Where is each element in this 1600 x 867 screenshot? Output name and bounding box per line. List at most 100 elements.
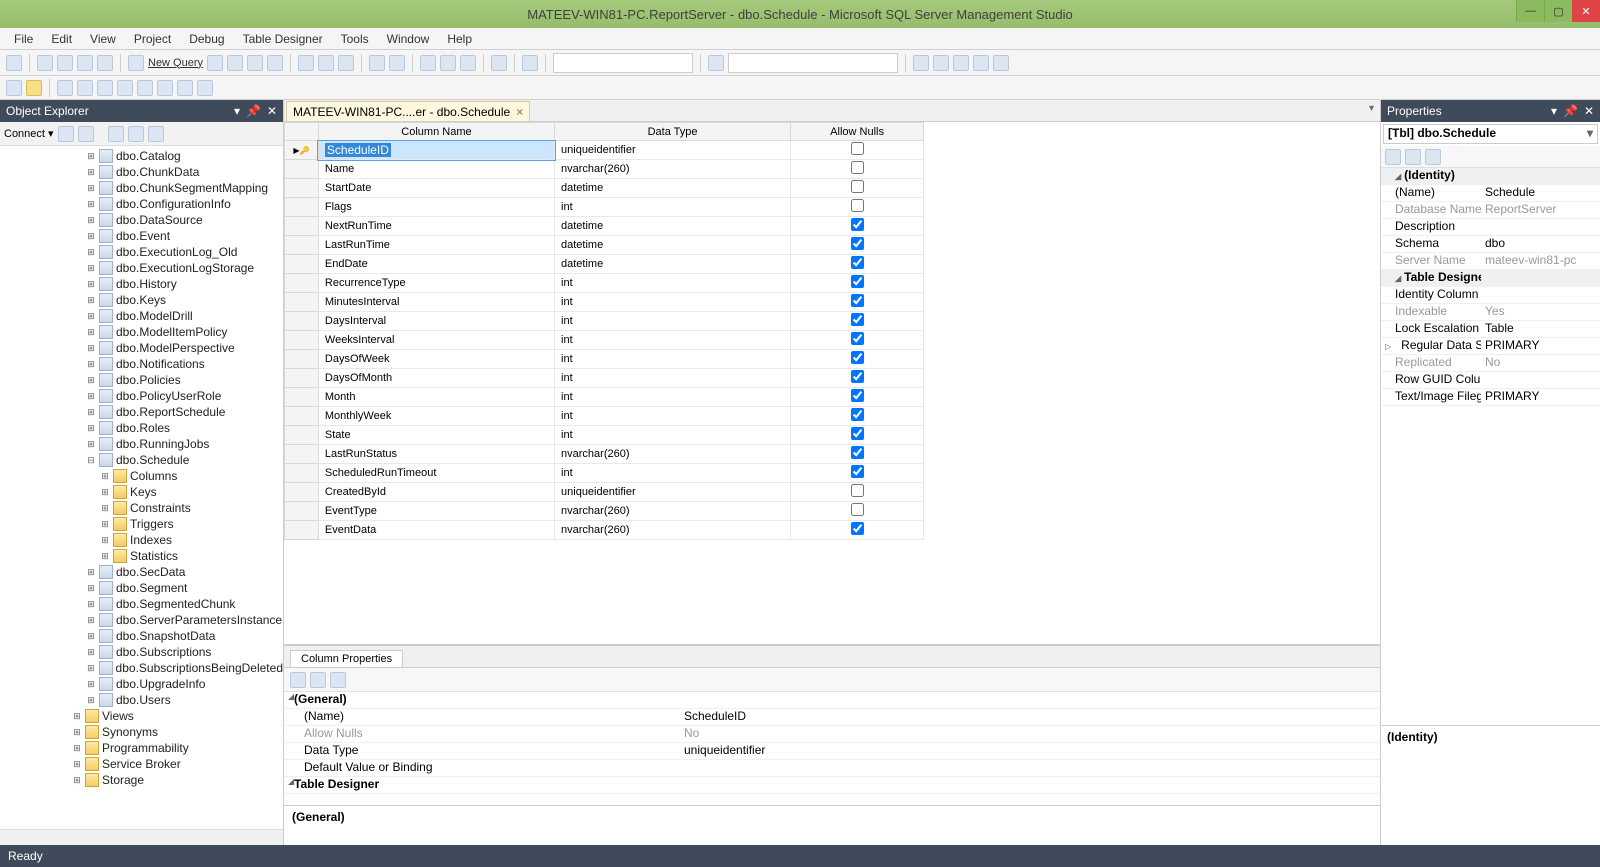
column-name-cell[interactable]: MonthlyWeek (318, 407, 554, 426)
menu-item-edit[interactable]: Edit (43, 30, 80, 48)
column-row[interactable]: Flagsint (285, 198, 924, 217)
script-icon-4[interactable] (117, 80, 133, 96)
allow-nulls-checkbox[interactable] (851, 218, 864, 231)
allow-nulls-checkbox[interactable] (851, 389, 864, 402)
row-header[interactable] (285, 293, 319, 312)
expand-icon[interactable]: ⊞ (86, 263, 96, 274)
minimize-button[interactable]: — (1516, 0, 1544, 22)
data-type-cell[interactable]: int (555, 350, 791, 369)
table-node[interactable]: ⊞dbo.ExecutionLogStorage (2, 260, 283, 276)
column-row[interactable]: ScheduledRunTimeoutint (285, 464, 924, 483)
column-properties-grid[interactable]: ◢ (General) (Name)ScheduleIDAllow NullsN… (284, 692, 1380, 805)
table-node[interactable]: ⊞dbo.ReportSchedule (2, 404, 283, 420)
expand-icon[interactable]: ⊞ (100, 535, 110, 546)
allow-nulls-cell[interactable] (791, 369, 924, 388)
allow-nulls-cell[interactable] (791, 198, 924, 217)
column-row[interactable]: ▶🔑ScheduleIDuniqueidentifier (285, 141, 924, 160)
allow-nulls-cell[interactable] (791, 312, 924, 331)
expand-icon[interactable]: ⊞ (100, 471, 110, 482)
row-header[interactable] (285, 369, 319, 388)
folder-node[interactable]: ⊞Indexes (2, 532, 283, 548)
properties-grid[interactable]: ◢(Identity)(Name)ScheduleDatabase NameRe… (1381, 168, 1600, 725)
column-row[interactable]: NextRunTimedatetime (285, 217, 924, 236)
expand-icon[interactable]: ⊞ (86, 343, 96, 354)
folder-node[interactable]: ⊞Synonyms (2, 724, 283, 740)
table-node[interactable]: ⊞dbo.SegmentedChunk (2, 596, 283, 612)
script-icon-5[interactable] (137, 80, 153, 96)
column-name-cell[interactable]: LastRunTime (318, 236, 554, 255)
column-name-cell[interactable]: MinutesInterval (318, 293, 554, 312)
connect-button[interactable]: Connect ▾ (4, 127, 54, 140)
table-node[interactable]: ⊞dbo.ModelItemPolicy (2, 324, 283, 340)
column-row[interactable]: MinutesIntervalint (285, 293, 924, 312)
column-row[interactable]: StartDatedatetime (285, 179, 924, 198)
column-header-type[interactable]: Data Type (555, 123, 791, 141)
property-row[interactable]: Lock EscalationTable (1381, 321, 1600, 338)
relations-icon[interactable] (953, 55, 969, 71)
expand-icon[interactable]: ⊞ (86, 631, 96, 642)
column-properties-tab[interactable]: Column Properties (290, 650, 403, 667)
expand-icon[interactable]: ⊞ (86, 183, 96, 194)
undo-icon[interactable] (369, 55, 385, 71)
property-value[interactable]: ScheduleID (684, 709, 1380, 725)
expand-icon[interactable]: ⊞ (86, 695, 96, 706)
dropdown-icon[interactable]: ▾ (1551, 104, 1557, 118)
row-header[interactable] (285, 236, 319, 255)
expand-icon[interactable]: ⊟ (86, 455, 96, 466)
navigate-fwd-icon[interactable] (440, 55, 456, 71)
property-value[interactable]: PRIMARY (1481, 389, 1600, 405)
solution-icon[interactable] (491, 55, 507, 71)
allow-nulls-cell[interactable] (791, 483, 924, 502)
property-row[interactable]: Schemadbo (1381, 236, 1600, 253)
allow-nulls-checkbox[interactable] (851, 313, 864, 326)
expand-icon[interactable]: ⊞ (86, 247, 96, 258)
expand-icon[interactable]: ⊞ (86, 375, 96, 386)
data-type-cell[interactable]: uniqueidentifier (555, 483, 791, 502)
document-tab[interactable]: MATEEV-WIN81-PC....er - dbo.Schedule × (286, 101, 530, 121)
data-type-cell[interactable]: int (555, 426, 791, 445)
expand-icon[interactable]: ⊞ (86, 231, 96, 242)
property-category[interactable]: ◢Table Designer (1381, 270, 1600, 287)
allow-nulls-cell[interactable] (791, 464, 924, 483)
alphabetical-icon[interactable] (1405, 149, 1421, 165)
navigate-back-icon[interactable] (420, 55, 436, 71)
property-value[interactable] (1481, 287, 1600, 303)
alphabetical-icon[interactable] (310, 672, 326, 688)
expand-icon[interactable]: ⊞ (86, 583, 96, 594)
property-row[interactable]: Identity Column (1381, 287, 1600, 304)
expand-icon[interactable]: ⊞ (86, 295, 96, 306)
new-query-button[interactable]: New Query (148, 57, 203, 69)
property-value[interactable]: No (684, 726, 1380, 742)
row-header[interactable] (285, 255, 319, 274)
table-node[interactable]: ⊞dbo.ModelDrill (2, 308, 283, 324)
expand-icon[interactable]: ⊞ (86, 423, 96, 434)
expand-icon[interactable]: ⊞ (86, 391, 96, 402)
column-name-cell[interactable]: Name (318, 160, 554, 179)
folder-node[interactable]: ⊞Service Broker (2, 756, 283, 772)
expand-icon[interactable]: ⊞ (72, 775, 82, 786)
column-name-cell[interactable]: RecurrenceType (318, 274, 554, 293)
expand-icon[interactable]: ⊞ (72, 711, 82, 722)
property-value[interactable]: mateev-win81-pc (1481, 253, 1600, 269)
expand-icon[interactable]: ⊞ (86, 327, 96, 338)
column-name-cell[interactable]: Flags (318, 198, 554, 217)
table-node[interactable]: ⊞dbo.DataSource (2, 212, 283, 228)
row-header[interactable] (285, 521, 319, 540)
folder-node[interactable]: ⊞Statistics (2, 548, 283, 564)
property-value[interactable]: Yes (1481, 304, 1600, 320)
column-name-cell[interactable]: State (318, 426, 554, 445)
row-header[interactable] (285, 331, 319, 350)
open-file-icon[interactable] (57, 55, 73, 71)
property-row[interactable]: Allow NullsNo (284, 726, 1380, 743)
column-name-cell[interactable]: CreatedById (318, 483, 554, 502)
oe-icon-1[interactable] (58, 126, 74, 142)
column-row[interactable]: DaysIntervalint (285, 312, 924, 331)
column-row[interactable]: Namenvarchar(260) (285, 160, 924, 179)
property-row[interactable]: Text/Image FilegroPRIMARY (1381, 389, 1600, 406)
row-header[interactable] (285, 160, 319, 179)
script-icon-3[interactable] (97, 80, 113, 96)
table-node[interactable]: ⊞dbo.RunningJobs (2, 436, 283, 452)
pin-icon[interactable]: 📌 (1563, 104, 1578, 118)
property-row[interactable]: (Name)ScheduleID (284, 709, 1380, 726)
property-pages-icon[interactable] (1425, 149, 1441, 165)
